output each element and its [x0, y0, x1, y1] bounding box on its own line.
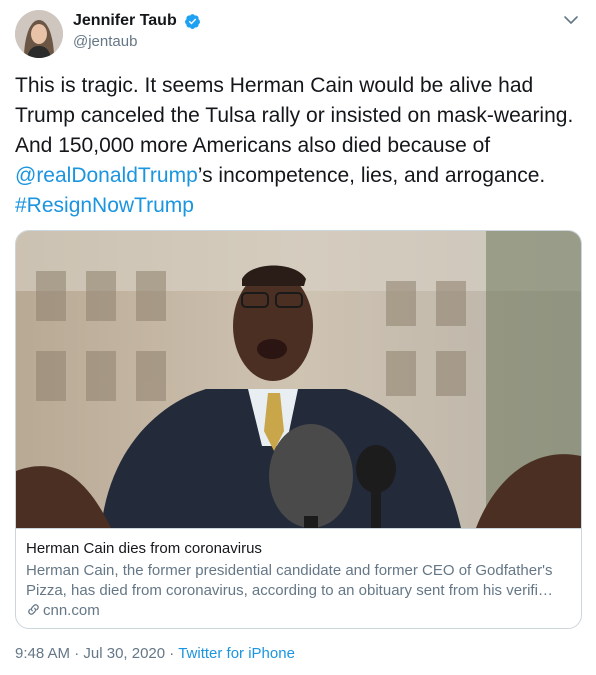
- card-body[interactable]: Herman Cain dies from coronavirus Herman…: [16, 528, 581, 628]
- author-names: Jennifer Taub @jentaub: [73, 12, 201, 50]
- meta-separator: ·: [70, 645, 84, 662]
- tweet-meta: 9:48 AM · Jul 30, 2020 · Twitter for iPh…: [15, 645, 295, 662]
- card-domain-text: cnn.com: [43, 602, 100, 619]
- mention-link[interactable]: @realDonaldTrump: [15, 164, 198, 187]
- tweet-text-part-2: ’s incompetence, lies, and arrogance.: [197, 164, 546, 187]
- verified-badge-icon: [185, 13, 201, 29]
- card-description: Herman Cain, the former presidential can…: [26, 562, 553, 599]
- tweet-time[interactable]: 9:48 AM: [15, 645, 70, 662]
- hashtag-link[interactable]: #ResignNowTrump: [15, 194, 194, 217]
- avatar[interactable]: [15, 10, 63, 58]
- card-domain: cnn.com: [26, 602, 100, 619]
- tweet-header: Jennifer Taub @jentaub: [15, 10, 581, 58]
- tweet-text: This is tragic. It seems Herman Cain wou…: [15, 71, 581, 221]
- tweet-source-link[interactable]: Twitter for iPhone: [178, 645, 295, 662]
- meta-separator-2: ·: [165, 645, 179, 662]
- card-title: Herman Cain dies from coronavirus: [26, 540, 262, 557]
- card-image[interactable]: [16, 231, 581, 528]
- link-card[interactable]: Herman Cain dies from coronavirus Herman…: [15, 230, 582, 629]
- link-icon: [28, 604, 39, 615]
- author-name[interactable]: Jennifer Taub: [73, 12, 177, 30]
- tweet-date[interactable]: Jul 30, 2020: [83, 645, 165, 662]
- chevron-down-icon[interactable]: [561, 10, 581, 30]
- author-handle[interactable]: @jentaub: [73, 33, 201, 50]
- tweet-text-part-1: This is tragic. It seems Herman Cain wou…: [15, 74, 574, 157]
- avatar-image: [15, 10, 63, 58]
- card-photo: [16, 231, 581, 528]
